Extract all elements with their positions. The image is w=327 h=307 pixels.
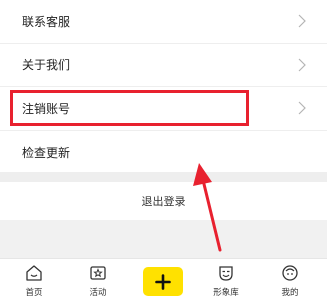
contact-support-label: 联系客服 <box>22 14 71 29</box>
chevron-right-icon <box>298 58 306 72</box>
contact-support-item[interactable]: 联系客服 <box>0 0 327 44</box>
tab-avatar-library-label: 形象库 <box>213 288 239 298</box>
tab-home[interactable]: 首页 <box>10 263 58 305</box>
chevron-right-icon <box>298 101 306 115</box>
tab-activity[interactable]: 活动 <box>74 263 122 305</box>
logout-label: 退出登录 <box>141 195 186 208</box>
plus-icon <box>155 273 171 290</box>
profile-face-icon <box>282 265 298 281</box>
delete-account-label: 注销账号 <box>22 101 71 116</box>
tab-home-label: 首页 <box>25 288 43 298</box>
settings-menu: 联系客服 关于我们 注销账号 检查更新 <box>0 0 327 174</box>
tab-profile-label: 我的 <box>281 288 299 298</box>
about-us-item[interactable]: 关于我们 <box>0 44 327 87</box>
about-us-label: 关于我们 <box>22 58 71 73</box>
check-update-item[interactable]: 检查更新 <box>0 131 327 175</box>
tab-profile[interactable]: 我的 <box>266 263 314 305</box>
add-button[interactable] <box>143 267 183 296</box>
section-divider <box>0 172 327 182</box>
home-icon <box>26 265 42 281</box>
tab-activity-label: 活动 <box>89 288 107 298</box>
activity-icon <box>90 266 106 280</box>
chevron-right-icon <box>298 14 306 28</box>
tab-avatar-library[interactable]: 形象库 <box>202 263 250 305</box>
logout-button[interactable]: 退出登录 <box>0 182 327 220</box>
empty-area <box>0 220 327 258</box>
bottom-tab-bar: 首页 活动 形象库 我的 <box>0 258 327 307</box>
check-update-label: 检查更新 <box>22 145 71 160</box>
mask-icon <box>219 266 233 281</box>
delete-account-item[interactable]: 注销账号 <box>0 87 327 131</box>
